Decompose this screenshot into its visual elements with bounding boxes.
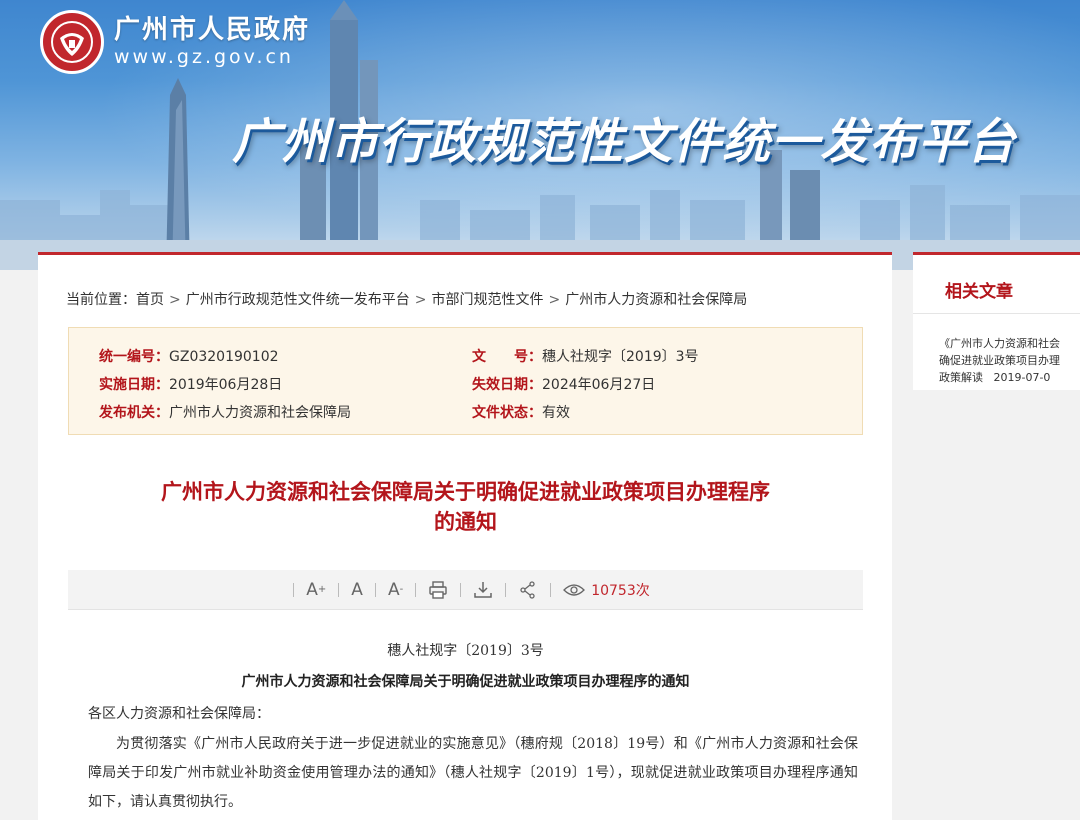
related-article-date: 2019-07-0 xyxy=(993,371,1051,384)
share-icon xyxy=(520,580,535,599)
document-subtitle: 广州市人力资源和社会保障局关于明确促进就业政策项目办理程序的通知 xyxy=(241,674,690,690)
meta-effective-label: 实施日期： xyxy=(99,377,169,393)
document-addressee: 各区人力资源和社会保障局： xyxy=(88,706,270,722)
meta-expiry-label: 失效日期： xyxy=(472,377,542,393)
related-article-meta: 政策解读 2019-07-0 xyxy=(939,369,1080,386)
breadcrumb-prefix: 当前位置： xyxy=(66,292,136,308)
share-button[interactable] xyxy=(518,580,538,599)
download-button[interactable] xyxy=(473,581,493,599)
document-body-paragraph: 为贯彻落实《广州市人民政府关于进一步促进就业的实施意见》（穗府规〔2018〕19… xyxy=(88,736,858,810)
site-banner: 广州市人民政府 www.gz.gov.cn 广州市行政规范性文件统一发布平台 xyxy=(0,0,1080,270)
document-title-line2: 的通知 xyxy=(434,510,497,534)
toolbar-divider xyxy=(550,582,552,597)
meta-issuer: 发布机关：广州市人力资源和社会保障局 xyxy=(99,402,351,422)
meta-status: 文件状态：有效 xyxy=(472,402,570,422)
font-normal-button[interactable]: A xyxy=(351,580,363,600)
document-number: 穗人社规字〔2019〕3号 xyxy=(387,643,544,659)
meta-effective-value: 2019年06月28日 xyxy=(169,377,283,393)
breadcrumb: 当前位置：首页 > 广州市行政规范性文件统一发布平台 > 市部门规范性文件 > 广州市人力资… xyxy=(66,289,747,309)
site-url: www.gz.gov.cn xyxy=(114,46,294,68)
site-logo[interactable]: 广州市人民政府 www.gz.gov.cn xyxy=(40,10,310,74)
platform-title: 广州市行政规范性文件统一发布平台 xyxy=(232,114,1017,170)
document-title: 广州市人力资源和社会保障局关于明确促进就业政策项目办理程序 的通知 xyxy=(68,477,863,537)
toolbar-divider xyxy=(293,582,295,597)
document-title-line1: 广州市人力资源和社会保障局关于明确促进就业政策项目办理程序 xyxy=(161,480,770,504)
toolbar-divider xyxy=(338,582,340,597)
meta-issuer-value: 广州市人力资源和社会保障局 xyxy=(169,405,351,421)
toolbar-divider xyxy=(505,582,507,597)
document-meta-box: 统一编号：GZ0320190102 文 号：穗人社规字〔2019〕3号 实施日期… xyxy=(68,327,863,435)
related-articles-title: 相关文章 xyxy=(945,282,1013,302)
toolbar-divider xyxy=(374,582,376,597)
meta-expiry-date: 失效日期：2024年06月27日 xyxy=(472,374,655,394)
breadcrumb-separator: > xyxy=(414,292,427,308)
meta-expiry-value: 2024年06月27日 xyxy=(542,377,656,393)
toolbar-divider xyxy=(460,582,462,597)
breadcrumb-item-bureau[interactable]: 广州市人力资源和社会保障局 xyxy=(565,292,747,308)
divider xyxy=(913,313,1080,314)
breadcrumb-item-home[interactable]: 首页 xyxy=(136,292,164,308)
related-article-item[interactable]: 《广州市人力资源和社会 确促进就业政策项目办理 政策解读 2019-07-0 xyxy=(939,335,1080,386)
emblem-icon xyxy=(40,10,104,74)
meta-doc-no: 文 号：穗人社规字〔2019〕3号 xyxy=(472,346,699,366)
font-increase-button[interactable]: A + xyxy=(306,580,326,600)
toolbar-divider xyxy=(415,582,417,597)
meta-effective-date: 实施日期：2019年06月28日 xyxy=(99,374,282,394)
logo-text: 广州市人民政府 www.gz.gov.cn xyxy=(114,15,310,69)
print-icon xyxy=(429,580,447,599)
print-button[interactable] xyxy=(428,580,448,599)
meta-serial: 统一编号：GZ0320190102 xyxy=(99,346,279,366)
download-icon xyxy=(474,581,492,598)
related-article-type: 政策解读 xyxy=(939,371,983,384)
meta-doc-no-label: 文 号： xyxy=(472,349,542,365)
breadcrumb-item-dept-docs[interactable]: 市部门规范性文件 xyxy=(431,292,543,308)
view-count: 10753次 xyxy=(563,580,650,600)
meta-doc-no-value: 穗人社规字〔2019〕3号 xyxy=(542,349,699,365)
breadcrumb-item-platform[interactable]: 广州市行政规范性文件统一发布平台 xyxy=(186,292,410,308)
related-article-title-line2[interactable]: 确促进就业政策项目办理 xyxy=(939,352,1080,369)
view-count-value: 10753次 xyxy=(591,582,650,599)
meta-status-value: 有效 xyxy=(542,405,570,421)
eye-icon xyxy=(563,583,586,596)
font-decrease-button[interactable]: A- xyxy=(388,580,403,600)
main-content-panel: 当前位置：首页 > 广州市行政规范性文件统一发布平台 > 市部门规范性文件 > 广州市人力资… xyxy=(38,252,892,820)
breadcrumb-separator: > xyxy=(548,292,561,308)
meta-serial-label: 统一编号： xyxy=(99,349,169,365)
related-articles-panel: 相关文章 《广州市人力资源和社会 确促进就业政策项目办理 政策解读 2019-0… xyxy=(913,252,1080,390)
site-name: 广州市人民政府 xyxy=(114,15,311,45)
meta-serial-value: GZ0320190102 xyxy=(169,349,279,365)
meta-status-label: 文件状态： xyxy=(472,405,542,421)
related-article-title-line1[interactable]: 《广州市人力资源和社会 xyxy=(939,335,1080,352)
article-toolbar: A + A A- 10753次 xyxy=(68,570,863,610)
breadcrumb-separator: > xyxy=(169,292,181,308)
meta-issuer-label: 发布机关： xyxy=(99,405,169,421)
